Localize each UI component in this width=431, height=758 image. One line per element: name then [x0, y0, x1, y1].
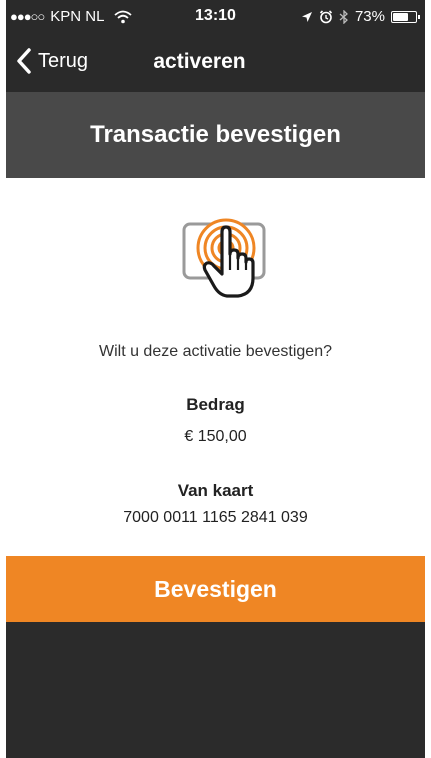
location-arrow-icon — [301, 11, 312, 22]
app-screen: ●●●○○ KPN NL 13:10 73% Terug activeren T… — [6, 0, 425, 758]
fingerprint-touch-icon — [182, 218, 266, 298]
confirm-button-label: Bevestigen — [154, 575, 277, 602]
chevron-left-icon — [17, 48, 31, 74]
amount-label: Bedrag — [186, 395, 245, 414]
battery-icon — [391, 10, 420, 23]
nav-title-text: activeren — [153, 50, 246, 73]
confirm-button[interactable]: Bevestigen — [6, 556, 425, 622]
bluetooth-icon — [339, 9, 348, 24]
confirmation-question: Wilt u deze activatie bevestigen? — [98, 343, 332, 360]
status-bar: ●●●○○ KPN NL 13:10 73% — [6, 0, 425, 34]
card-label: Van kaart — [177, 481, 254, 500]
battery-level — [393, 12, 409, 21]
page-title: Transactie bevestigen — [90, 121, 341, 148]
battery-percent: 73% — [354, 8, 385, 25]
alarm-icon — [319, 9, 333, 23]
amount-value: € 150,00 — [184, 428, 247, 445]
navigation-bar: Terug activeren — [6, 34, 425, 92]
status-right: 73% — [301, 8, 420, 25]
bottom-area — [6, 622, 425, 758]
back-label: Terug — [38, 49, 89, 72]
page-header: Transactie bevestigen — [6, 92, 425, 178]
back-button[interactable]: Terug — [16, 48, 88, 74]
card-number: 7000 0011 1165 2841 039 — [123, 509, 308, 526]
